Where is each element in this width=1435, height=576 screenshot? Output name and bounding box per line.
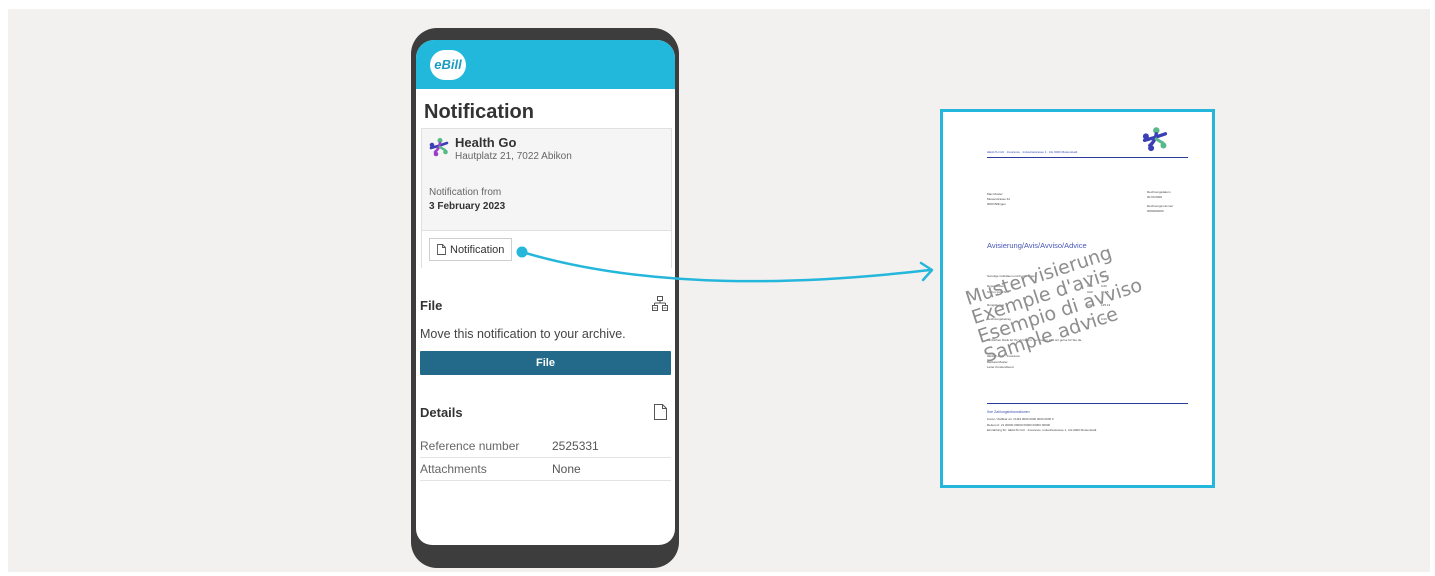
notification-from-label: Notification from [429,187,502,198]
doc-footer-line: Einzahlung für: HEALTH GO · Insurance, I… [987,428,1097,432]
page-title: Notification [424,101,534,123]
doc-footer-line: Referenz: 21 00000 00000 00000 00000 000… [987,423,1051,427]
file-description: Move this notification to your archive. [420,327,626,341]
notification-button-label: Notification [450,243,505,256]
sample-advice-document: HEALTH GO · Insurance · Industriestrasse… [940,109,1215,488]
phone-screen: eBill Notification Health Go Hautplatz 2… [416,40,675,545]
sender-name: Health Go [455,135,517,150]
file-button[interactable]: File [420,351,671,375]
ebill-logo[interactable]: eBill [430,50,466,80]
sender-card: Health Go Hautplatz 21, 7022 Abikon Noti… [421,128,672,268]
doc-heading: Avisierung/Avis/Avviso/Advice [987,241,1087,250]
phone-frame: eBill Notification Health Go Hautplatz 2… [411,28,679,568]
details-row-attachments: Attachments None [420,458,671,481]
document-icon [437,244,446,255]
row-value: None [552,462,581,476]
doc-footer-line: Konto / Zahlbar an: CH94 0000 0000 0000 … [987,417,1054,421]
doc-recipient-3: 9000 Billingen [987,202,1006,206]
details-icon[interactable] [654,404,667,420]
doc-watermark: Mustervisierung Exemple d'avis Esempio d… [963,237,1151,367]
doc-meta-3: Rechnungsnummer [1147,204,1174,208]
doc-meta-4: 0000000000 [1147,209,1164,213]
doc-meta-1: Rechnungsdatum [1147,190,1171,194]
app-header: eBill [416,40,675,89]
health-go-logo [1142,127,1168,152]
card-footer: Notification [422,230,671,268]
notification-button[interactable]: Notification [429,238,513,261]
doc-recipient-2: Musterstrasse 42 [987,197,1011,201]
details-row-reference: Reference number 2525331 [420,435,671,458]
doc-divider [987,403,1188,404]
health-go-logo [429,138,449,157]
row-label: Attachments [420,462,487,476]
sender-address: Hautplatz 21, 7022 Abikon [455,151,572,162]
doc-recipient-1: Max Muster [987,192,1003,196]
doc-footer-title: Ihre Zahlungsinformationen [987,410,1030,414]
notification-date: 3 February 2023 [429,201,506,212]
details-section-title: Details [420,405,463,420]
doc-sender-line: HEALTH GO · Insurance · Industriestrasse… [987,150,1078,154]
archive-icon[interactable] [652,296,668,312]
doc-meta-2: 00.00.0000 [1147,195,1163,199]
canvas [8,9,1430,572]
doc-signature-3: Leiter Kundendienst [987,365,1014,369]
row-value: 2525331 [552,439,599,453]
doc-divider [987,157,1188,158]
row-label: Reference number [420,439,520,453]
file-section-title: File [420,298,443,313]
